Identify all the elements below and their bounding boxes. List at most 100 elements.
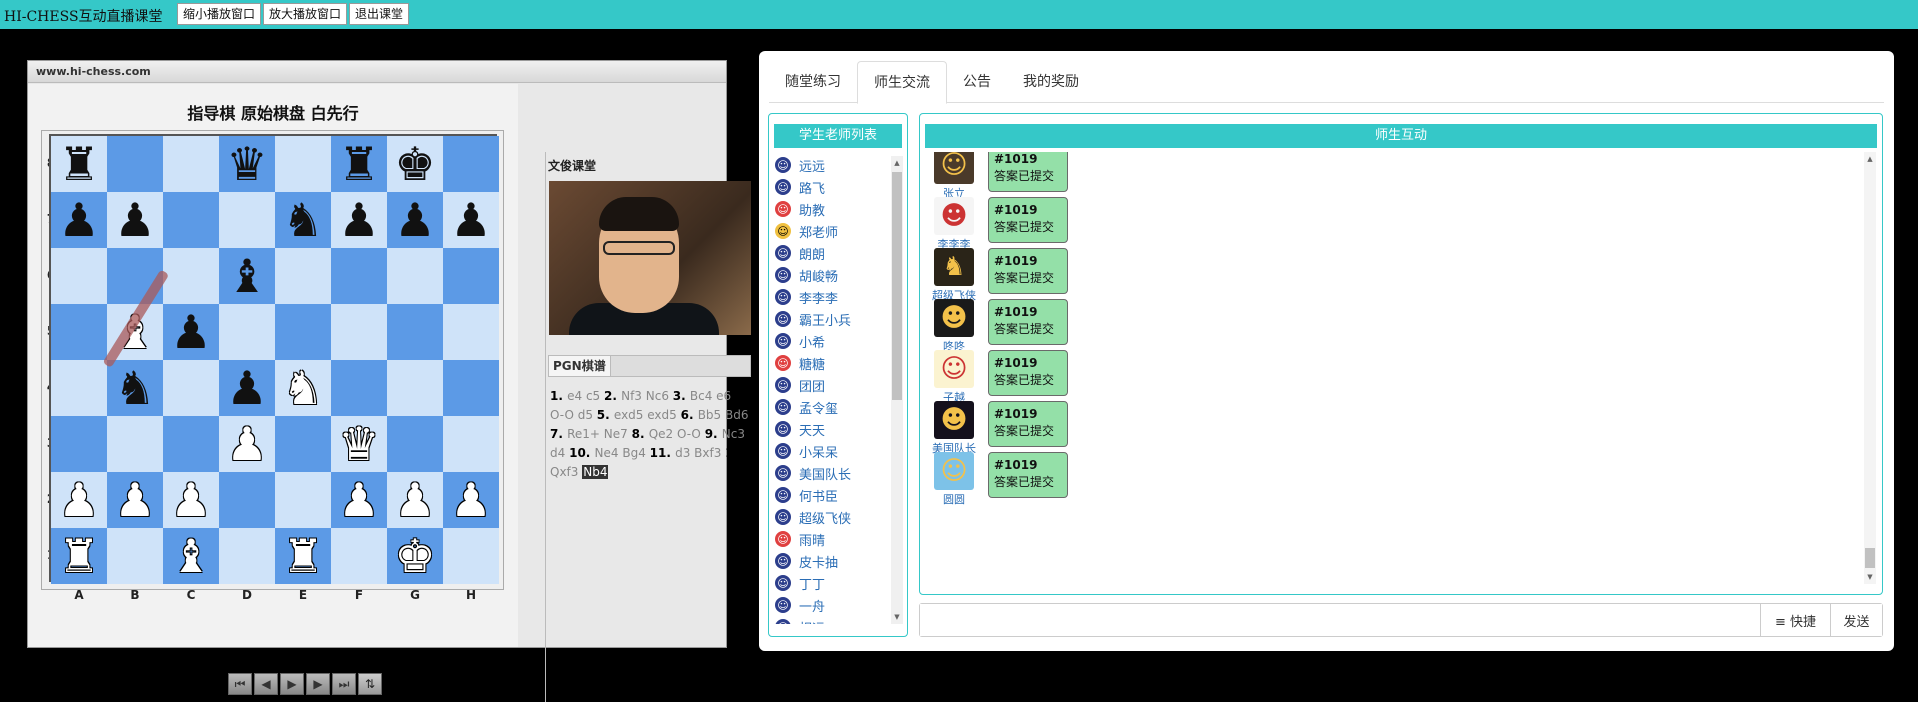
move-white[interactable]: Bb5	[698, 408, 725, 422]
enlarge-window-button[interactable]: 放大播放窗口	[263, 3, 348, 25]
last-move-button[interactable]: ⏭	[332, 673, 356, 695]
exit-class-button[interactable]: 退出课堂	[349, 3, 410, 25]
square-c5[interactable]: ♟	[163, 304, 219, 360]
user-avatar[interactable]: ♞	[934, 248, 974, 286]
square-d4[interactable]: ♟	[219, 360, 275, 416]
square-f6[interactable]	[331, 248, 387, 304]
move-white[interactable]: Nf3	[621, 389, 646, 403]
square-a1[interactable]: ♜	[51, 528, 107, 584]
black-pawn-icon[interactable]: ♟	[114, 197, 155, 243]
square-g8[interactable]: ♚	[387, 136, 443, 192]
square-a3[interactable]	[51, 416, 107, 472]
move-white[interactable]: e4	[567, 389, 586, 403]
list-item[interactable]: ☺ 孟令玺	[775, 396, 890, 418]
square-h7[interactable]: ♟	[443, 192, 499, 248]
square-h8[interactable]	[443, 136, 499, 192]
square-b2[interactable]: ♟	[107, 472, 163, 528]
square-d7[interactable]	[219, 192, 275, 248]
white-pawn-icon[interactable]: ♟	[114, 477, 155, 523]
move-black[interactable]: O-O	[677, 427, 701, 441]
black-pawn-icon[interactable]: ♟	[338, 197, 379, 243]
square-c1[interactable]: ♝	[163, 528, 219, 584]
black-pawn-icon[interactable]: ♟	[58, 197, 99, 243]
square-b4[interactable]: ♞	[107, 360, 163, 416]
move-white[interactable]: Nc3	[722, 427, 745, 441]
square-f8[interactable]: ♜	[331, 136, 387, 192]
list-item[interactable]: ☺ 一舟	[775, 594, 890, 616]
first-move-button[interactable]: ⏮	[228, 673, 252, 695]
black-bishop-icon[interactable]: ♝	[226, 253, 267, 299]
square-c7[interactable]	[163, 192, 219, 248]
white-queen-icon[interactable]: ♛	[338, 421, 379, 467]
move-black[interactable]: Bxf3	[694, 446, 721, 460]
square-c2[interactable]: ♟	[163, 472, 219, 528]
square-g5[interactable]	[387, 304, 443, 360]
square-h3[interactable]	[443, 416, 499, 472]
user-avatar[interactable]: ☺	[934, 452, 974, 490]
move-white[interactable]: d3	[675, 446, 694, 460]
move-black[interactable]: d4	[550, 446, 565, 460]
white-bishop-icon[interactable]: ♝	[170, 533, 211, 579]
black-pawn-icon[interactable]: ♟	[450, 197, 491, 243]
black-pawn-icon[interactable]: ♟	[170, 309, 211, 355]
chat-scrollbar[interactable]: ▲ ▼	[1864, 152, 1876, 584]
quick-reply-button[interactable]: ≡ 快捷	[1760, 604, 1830, 636]
list-item[interactable]: ☺ 雨晴	[775, 528, 890, 550]
user-avatar[interactable]: ☻	[934, 401, 974, 439]
move-white[interactable]: exd5	[614, 408, 647, 422]
square-e6[interactable]	[275, 248, 331, 304]
scroll-down-icon[interactable]: ▼	[1864, 570, 1876, 584]
scroll-thumb[interactable]	[1865, 548, 1875, 568]
move-black[interactable]: Ne7	[604, 427, 628, 441]
list-item[interactable]: ☺ 天天	[775, 418, 890, 440]
move-black[interactable]: Nc6	[646, 389, 669, 403]
white-rook-icon[interactable]: ♜	[282, 533, 323, 579]
user-avatar[interactable]: ☻	[934, 299, 974, 337]
black-knight-icon[interactable]: ♞	[114, 365, 155, 411]
list-item[interactable]: ☺ 小希	[775, 330, 890, 352]
list-item[interactable]: ☺ 糖糖	[775, 352, 890, 374]
square-b7[interactable]: ♟	[107, 192, 163, 248]
black-pawn-icon[interactable]: ♟	[226, 365, 267, 411]
list-item[interactable]: ☺ 皮卡抽	[775, 550, 890, 572]
move-black[interactable]: Bd6	[725, 408, 748, 422]
flip-move-button[interactable]: ⇅	[358, 673, 382, 695]
square-d2[interactable]	[219, 472, 275, 528]
list-item[interactable]: ☺ 何书臣	[775, 484, 890, 506]
move-black[interactable]: Bg4	[622, 446, 645, 460]
white-knight-icon[interactable]: ♞	[282, 365, 323, 411]
scroll-up-icon[interactable]: ▲	[1864, 152, 1876, 166]
square-g7[interactable]: ♟	[387, 192, 443, 248]
scroll-up-icon[interactable]: ▲	[891, 156, 903, 170]
tab-随堂练习[interactable]: 随堂练习	[769, 61, 857, 102]
square-c8[interactable]	[163, 136, 219, 192]
white-pawn-icon[interactable]: ♟	[170, 477, 211, 523]
white-pawn-icon[interactable]: ♟	[58, 477, 99, 523]
tab-pgn[interactable]: PGN棋谱	[549, 356, 611, 376]
square-d1[interactable]	[219, 528, 275, 584]
white-pawn-icon[interactable]: ♟	[394, 477, 435, 523]
square-e3[interactable]	[275, 416, 331, 472]
send-button[interactable]: 发送	[1830, 604, 1882, 636]
chat-input[interactable]	[920, 604, 1760, 636]
user-avatar[interactable]: ☺	[934, 152, 974, 184]
list-item[interactable]: ☺ 远远	[775, 154, 890, 176]
square-f7[interactable]: ♟	[331, 192, 387, 248]
list-item[interactable]: ☺ 助教	[775, 198, 890, 220]
square-f5[interactable]	[331, 304, 387, 360]
list-item[interactable]: ☺ 美国队长	[775, 462, 890, 484]
black-queen-icon[interactable]: ♛	[226, 141, 267, 187]
move-white[interactable]: Bc4	[690, 389, 716, 403]
user-avatar[interactable]: ☺	[934, 350, 974, 388]
white-king-icon[interactable]: ♚	[394, 533, 435, 579]
square-d3[interactable]: ♟	[219, 416, 275, 472]
list-item[interactable]: ☺ 相远	[775, 616, 890, 624]
square-c4[interactable]	[163, 360, 219, 416]
next-move-button[interactable]: ▶	[306, 673, 330, 695]
prev-move-button[interactable]: ◀	[254, 673, 278, 695]
list-item[interactable]: ☺ 霸王小兵	[775, 308, 890, 330]
square-d8[interactable]: ♛	[219, 136, 275, 192]
list-item[interactable]: ☺ 朗朗	[775, 242, 890, 264]
square-g2[interactable]: ♟	[387, 472, 443, 528]
square-e4[interactable]: ♞	[275, 360, 331, 416]
